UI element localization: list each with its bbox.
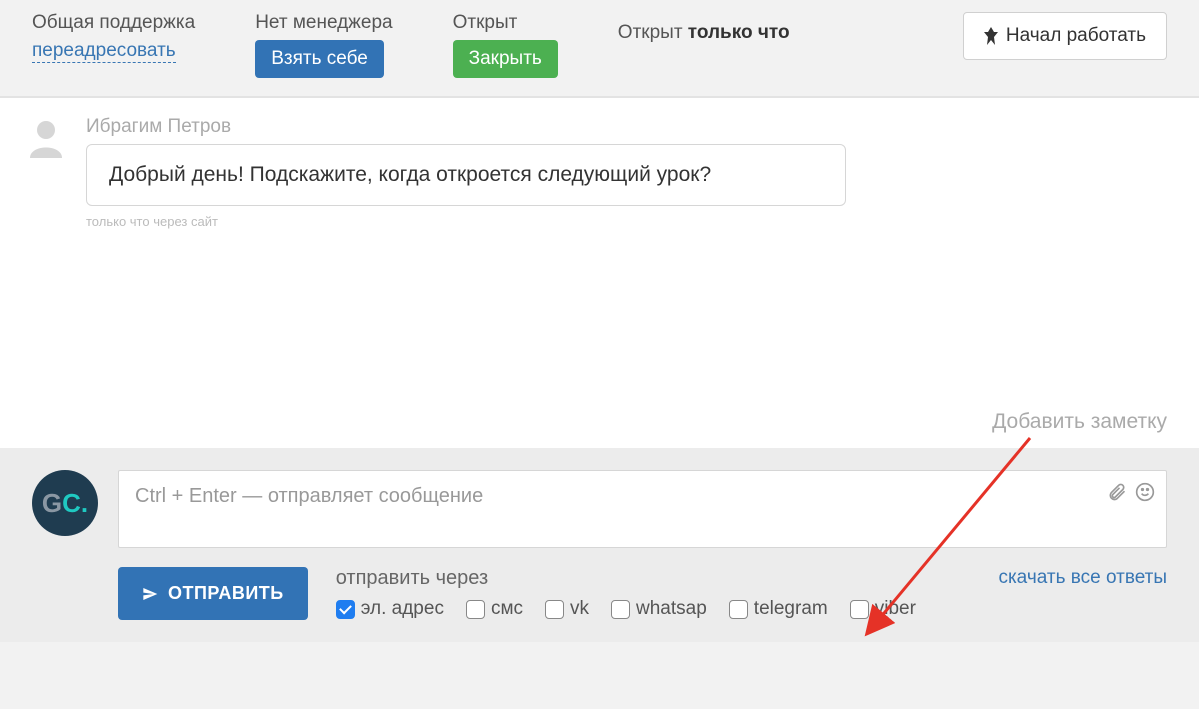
channel-whatsap[interactable]: whatsap xyxy=(611,598,707,620)
channel-эл.-адрес[interactable]: эл. адрес xyxy=(336,598,444,620)
download-all-link[interactable]: скачать все ответы xyxy=(998,567,1167,589)
checkbox-icon[interactable] xyxy=(545,600,564,619)
channel-telegram[interactable]: telegram xyxy=(729,598,828,620)
user-avatar xyxy=(24,116,68,160)
support-label: Общая поддержка xyxy=(32,12,195,34)
compose-main: ОТПРАВИТЬ отправить через эл. адрес смсvk… xyxy=(118,470,1167,620)
channel-смс[interactable]: смс xyxy=(466,598,523,620)
emoji-icon[interactable] xyxy=(1135,482,1155,508)
opened-status: Открыт только что xyxy=(618,12,790,44)
checkbox-icon[interactable] xyxy=(850,600,869,619)
compose-row2: ОТПРАВИТЬ отправить через эл. адрес смсvk… xyxy=(118,567,1167,620)
channel-vk[interactable]: vk xyxy=(545,598,589,620)
message-meta: только что через сайт xyxy=(86,214,1167,229)
pin-icon xyxy=(984,27,998,45)
conversation-area: Ибрагим Петров Добрый день! Подскажите, … xyxy=(0,98,1199,448)
add-note-link[interactable]: Добавить заметку xyxy=(992,410,1167,434)
status-label: Открыт xyxy=(453,12,558,34)
channel-viber[interactable]: viber xyxy=(850,598,916,620)
user-name: Ибрагим Петров xyxy=(86,116,1167,138)
manager-label: Нет менеджера xyxy=(255,12,392,34)
message-body: Ибрагим Петров Добрый день! Подскажите, … xyxy=(86,116,1167,229)
channels-block: отправить через эл. адрес смсvk whatsap tel… xyxy=(336,567,971,620)
checkbox-icon[interactable] xyxy=(466,600,485,619)
checkbox-icon[interactable] xyxy=(611,600,630,619)
textarea-wrap xyxy=(118,470,1167,553)
send-button[interactable]: ОТПРАВИТЬ xyxy=(118,567,308,620)
manager-block: Нет менеджера Взять себе xyxy=(255,12,392,78)
avatar-icon xyxy=(24,116,68,160)
message-bubble: Добрый день! Подскажите, когда откроется… xyxy=(86,144,846,206)
start-work-button[interactable]: Начал работать xyxy=(963,12,1167,60)
attachment-icon[interactable] xyxy=(1107,482,1127,508)
topbar-right: Начал работать xyxy=(963,12,1167,60)
operator-avatar: GC. xyxy=(32,470,98,536)
top-bar: Общая поддержка переадресовать Нет менед… xyxy=(0,0,1199,98)
message: Ибрагим Петров Добрый день! Подскажите, … xyxy=(24,116,1167,229)
close-button[interactable]: Закрыть xyxy=(453,40,558,78)
send-icon xyxy=(142,586,158,602)
support-block: Общая поддержка переадресовать xyxy=(32,12,195,63)
channels-label: отправить через xyxy=(336,567,971,590)
channel-list: эл. адрес смсvk whatsap telegram viber xyxy=(336,598,971,620)
status-block: Открыт Закрыть xyxy=(453,12,558,78)
textarea-icons xyxy=(1107,482,1155,508)
compose-area: GC. ОТПРАВИТЬ отправить через эл. адрес с… xyxy=(0,448,1199,642)
checkbox-icon[interactable] xyxy=(336,600,355,619)
forward-link[interactable]: переадресовать xyxy=(32,40,176,63)
take-self-button[interactable]: Взять себе xyxy=(255,40,384,78)
checkbox-icon[interactable] xyxy=(729,600,748,619)
message-input[interactable] xyxy=(118,470,1167,548)
